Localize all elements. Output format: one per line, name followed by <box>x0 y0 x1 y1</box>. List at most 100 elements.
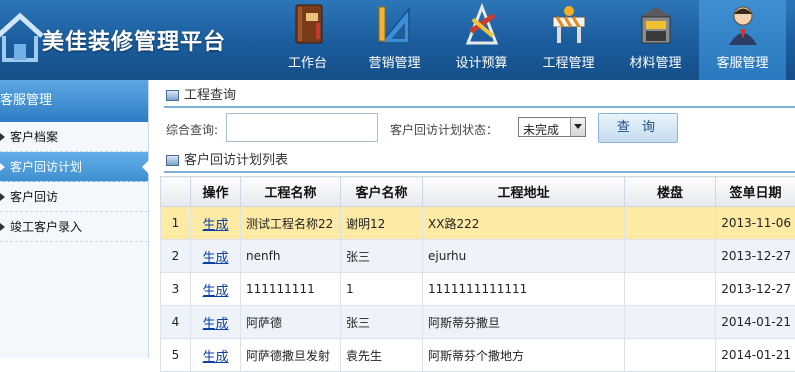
nav-item-materials[interactable]: 材料管理 <box>612 0 699 80</box>
search-button[interactable]: 查 询 <box>598 113 678 143</box>
address-cell: 1111111111111 <box>423 273 625 306</box>
estate-cell <box>625 207 716 240</box>
nav-item-workbench[interactable]: 工作台 <box>264 0 351 80</box>
search-input[interactable] <box>226 113 378 142</box>
estate-cell <box>625 306 716 339</box>
estate-cell <box>625 273 716 306</box>
generate-link[interactable]: 生成 <box>202 251 228 266</box>
sidebar: 客服管理 客户档案 客户回访计划 客户回访 竣工客户录入 <box>0 80 149 358</box>
sidebar-item-label: 客户回访 <box>10 190 58 204</box>
material-store-icon <box>636 3 676 47</box>
column-header-customer-name: 客户名称 <box>341 177 423 207</box>
table-row[interactable]: 2 生成 nenfh 张三 ejurhu 2013-12-27 <box>161 240 795 273</box>
sidebar-item-visit-plan[interactable]: 客户回访计划 <box>0 152 148 182</box>
window-icon <box>166 155 179 166</box>
visit-plan-table: 操作 工程名称 客户名称 工程地址 楼盘 签单日期 1 生成 测试工程名称22 … <box>160 176 795 372</box>
top-header: 美佳装修管理平台 工作台 营销管理 <box>0 0 795 80</box>
row-index: 2 <box>161 240 191 273</box>
date-cell: 2013-12-27 <box>716 273 795 306</box>
construction-barrier-icon <box>549 3 589 47</box>
table-row[interactable]: 3 生成 111111111 1 1111111111111 2013-12-2… <box>161 273 795 306</box>
date-cell: 2014-01-21 <box>716 306 795 339</box>
address-cell: 阿斯蒂芬个撒地方 <box>423 339 625 372</box>
window-icon <box>166 90 179 101</box>
address-cell: XX路222 <box>423 207 625 240</box>
search-label: 综合查询: <box>166 121 218 138</box>
arrow-right-icon <box>0 163 5 171</box>
project-name-cell: 阿萨德 <box>241 306 341 339</box>
address-cell: 阿斯蒂芬撒旦 <box>423 306 625 339</box>
generate-link[interactable]: 生成 <box>202 317 228 332</box>
customer-name-cell: 谢明12 <box>341 207 423 240</box>
row-index: 3 <box>161 273 191 306</box>
status-select-value: 未完成 <box>523 121 559 138</box>
arrow-right-icon <box>0 133 5 141</box>
customer-name-cell: 袁先生 <box>341 339 423 372</box>
sidebar-item-label: 客户档案 <box>10 130 58 144</box>
query-form: 综合查询: 客户回访计划状态： 未完成 查 询 <box>166 113 795 143</box>
sidebar-title: 客服管理 <box>0 80 148 122</box>
main-nav: 工作台 营销管理 设计预算 <box>264 0 786 80</box>
nav-item-engineering[interactable]: 工程管理 <box>525 0 612 80</box>
estate-cell <box>625 240 716 273</box>
app-title: 美佳装修管理平台 <box>42 24 226 56</box>
table-row[interactable]: 4 生成 阿萨德 张三 阿斯蒂芬撒旦 2014-01-21 <box>161 306 795 339</box>
nav-item-marketing[interactable]: 营销管理 <box>351 0 438 80</box>
generate-link[interactable]: 生成 <box>202 350 228 365</box>
row-index: 1 <box>161 207 191 240</box>
section-title-text: 客户回访计划列表 <box>184 153 288 168</box>
design-tools-icon <box>462 3 502 47</box>
sidebar-item-customer-visit[interactable]: 客户回访 <box>0 182 148 212</box>
generate-link[interactable]: 生成 <box>202 284 228 299</box>
row-index: 5 <box>161 339 191 372</box>
estate-cell <box>625 339 716 372</box>
query-section-title: 工程查询 <box>164 85 236 107</box>
customer-service-icon <box>723 3 763 47</box>
nav-label: 材料管理 <box>612 52 699 71</box>
row-index: 4 <box>161 306 191 339</box>
sidebar-item-customer-archive[interactable]: 客户档案 <box>0 122 148 152</box>
nav-label: 设计预算 <box>438 52 525 71</box>
table-row[interactable]: 5 生成 阿萨德撒旦发射 袁先生 阿斯蒂芬个撒地方 2014-01-21 <box>161 339 795 372</box>
status-label: 客户回访计划状态： <box>390 121 498 138</box>
column-header-index <box>161 177 191 207</box>
customer-name-cell: 张三 <box>341 240 423 273</box>
date-cell: 2013-11-06 <box>716 207 795 240</box>
divider <box>164 171 795 173</box>
nav-item-customer-service[interactable]: 客服管理 <box>699 0 786 80</box>
project-name-cell: 阿萨德撒旦发射 <box>241 339 341 372</box>
nav-item-design-budget[interactable]: 设计预算 <box>438 0 525 80</box>
arrow-right-icon <box>0 193 5 201</box>
sidebar-item-label: 客户回访计划 <box>10 160 82 174</box>
project-name-cell: nenfh <box>241 240 341 273</box>
nav-label: 客服管理 <box>699 52 786 71</box>
customer-name-cell: 张三 <box>341 306 423 339</box>
column-header-project-address: 工程地址 <box>423 177 625 207</box>
app-logo: 美佳装修管理平台 <box>0 0 260 80</box>
divider <box>164 106 795 108</box>
address-cell: ejurhu <box>423 240 625 273</box>
table-row[interactable]: 1 生成 测试工程名称22 谢明12 XX路222 2013-11-06 <box>161 207 795 240</box>
house-logo-icon <box>0 6 46 66</box>
project-name-cell: 111111111 <box>241 273 341 306</box>
nav-label: 营销管理 <box>351 52 438 71</box>
column-header-action: 操作 <box>191 177 241 207</box>
generate-link[interactable]: 生成 <box>202 218 228 233</box>
column-header-project-name: 工程名称 <box>241 177 341 207</box>
arrow-right-icon <box>0 223 5 231</box>
nav-label: 工程管理 <box>525 52 612 71</box>
sidebar-item-completed-entry[interactable]: 竣工客户录入 <box>0 212 148 242</box>
chevron-down-icon[interactable] <box>570 118 585 136</box>
list-section-title: 客户回访计划列表 <box>164 150 288 172</box>
book-icon <box>288 3 328 47</box>
status-select[interactable]: 未完成 <box>518 117 586 137</box>
column-header-sign-date: 签单日期 <box>716 177 795 207</box>
table-header-row: 操作 工程名称 客户名称 工程地址 楼盘 签单日期 <box>161 177 795 207</box>
ruler-triangle-icon <box>375 3 415 47</box>
column-header-estate: 楼盘 <box>625 177 716 207</box>
nav-label: 工作台 <box>264 52 351 71</box>
project-name-cell: 测试工程名称22 <box>241 207 341 240</box>
date-cell: 2014-01-21 <box>716 339 795 372</box>
date-cell: 2013-12-27 <box>716 240 795 273</box>
customer-name-cell: 1 <box>341 273 423 306</box>
